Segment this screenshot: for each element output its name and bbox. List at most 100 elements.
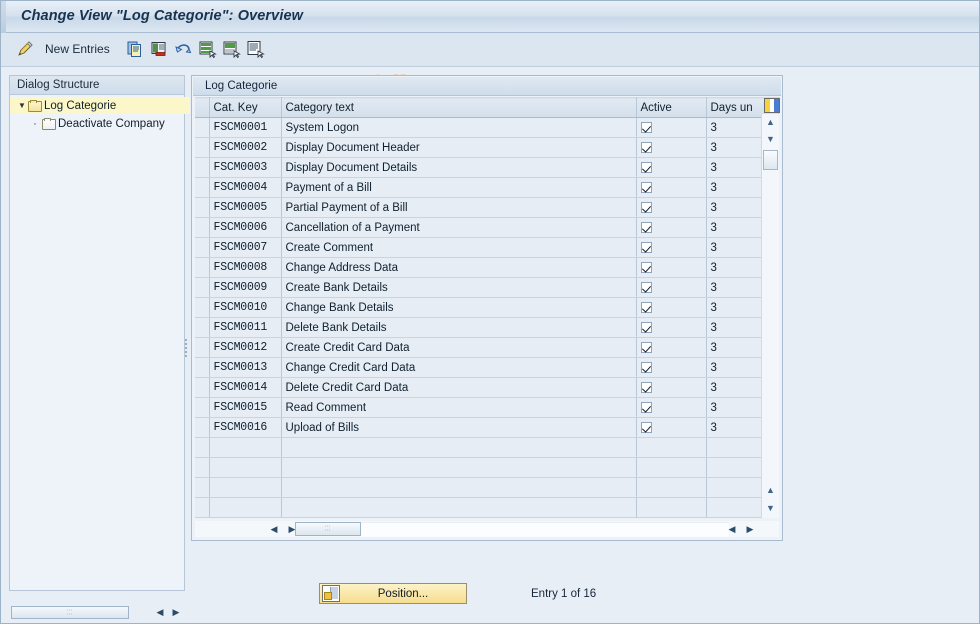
cell-cat-key[interactable]: FSCM0012 [209, 337, 282, 358]
cell-cat-key[interactable]: FSCM0002 [209, 137, 282, 158]
row-selector-cell[interactable] [195, 237, 210, 258]
cell-cat-key[interactable]: FSCM0008 [209, 257, 282, 278]
cell-empty[interactable] [195, 457, 210, 478]
column-header-active[interactable]: Active [636, 97, 707, 118]
cell-active[interactable] [636, 177, 707, 198]
sidebar-scroll-thumb[interactable]: ⋯ ⋯ [11, 606, 129, 619]
active-checkbox[interactable] [640, 381, 652, 393]
table-horizontal-scroll-track[interactable] [361, 522, 729, 537]
table-scroll-up-button[interactable]: ▲ [762, 114, 779, 130]
position-button[interactable]: Position... [319, 583, 467, 604]
cell-active[interactable] [636, 377, 707, 398]
cell-category-text[interactable]: Change Bank Details [281, 297, 637, 318]
cell-empty[interactable] [636, 497, 707, 518]
variant-icon[interactable] [245, 39, 265, 59]
column-settings-icon[interactable] [764, 98, 780, 113]
cell-empty[interactable] [281, 457, 637, 478]
active-checkbox[interactable] [640, 161, 652, 173]
new-entries-button[interactable]: New Entries [45, 42, 110, 56]
table-vertical-scroll-thumb[interactable] [763, 150, 778, 170]
cell-category-text[interactable]: Create Credit Card Data [281, 337, 637, 358]
cell-cat-key[interactable]: FSCM0007 [209, 237, 282, 258]
table-vertical-scrollbar[interactable]: ▲ ▼ ▲ ▼ [761, 114, 779, 518]
cell-active[interactable] [636, 317, 707, 338]
table-row[interactable]: FSCM0010 Change Bank Details 3 [195, 297, 779, 318]
row-selector-cell[interactable] [195, 357, 210, 378]
sidebar-horizontal-scrollbar[interactable]: ⋯ ⋯ ◀ ▶ [9, 605, 185, 621]
table-scroll-left-button[interactable]: ◀ [267, 522, 281, 536]
deselect-all-icon[interactable] [221, 39, 241, 59]
cell-cat-key[interactable]: FSCM0006 [209, 217, 282, 238]
table-row[interactable]: FSCM0002 Display Document Header 3 [195, 137, 779, 158]
table-row-empty[interactable] [195, 497, 779, 518]
cell-empty[interactable] [281, 477, 637, 498]
sidebar-item-deactivate-company[interactable]: · Deactivate Company [10, 115, 202, 132]
tree-expand-twisty-icon[interactable]: ▼ [16, 101, 28, 110]
cell-cat-key[interactable]: FSCM0011 [209, 317, 282, 338]
row-selector-cell[interactable] [195, 337, 210, 358]
table-row[interactable]: FSCM0008 Change Address Data 3 [195, 257, 779, 278]
active-checkbox[interactable] [640, 401, 652, 413]
sidebar-scroll-right-button[interactable]: ▶ [169, 606, 183, 619]
cell-category-text[interactable]: Delete Bank Details [281, 317, 637, 338]
cell-category-text[interactable]: Upload of Bills [281, 417, 637, 438]
cell-empty[interactable] [195, 477, 210, 498]
cell-cat-key[interactable]: FSCM0001 [209, 117, 282, 138]
cell-active[interactable] [636, 157, 707, 178]
row-selector-cell[interactable] [195, 217, 210, 238]
table-row[interactable]: FSCM0009 Create Bank Details 3 [195, 277, 779, 298]
cell-cat-key[interactable]: FSCM0005 [209, 197, 282, 218]
row-selector-cell[interactable] [195, 377, 210, 398]
sidebar-item-log-categorie[interactable]: ▼ Log Categorie [10, 97, 190, 114]
table-row[interactable]: FSCM0004 Payment of a Bill 3 [195, 177, 779, 198]
table-scroll-down-button[interactable]: ▼ [762, 131, 779, 147]
column-header-category-text[interactable]: Category text [281, 97, 637, 118]
table-horizontal-scroll-thumb[interactable]: ⋯ ⋯ [295, 522, 361, 536]
table-scroll-page-up-button[interactable]: ▲ [762, 482, 779, 498]
cell-empty[interactable] [209, 437, 282, 458]
cell-category-text[interactable]: Delete Credit Card Data [281, 377, 637, 398]
row-selector-cell[interactable] [195, 317, 210, 338]
active-checkbox[interactable] [640, 421, 652, 433]
cell-active[interactable] [636, 197, 707, 218]
row-selector-cell[interactable] [195, 397, 210, 418]
active-checkbox[interactable] [640, 261, 652, 273]
table-page-left-button[interactable]: ◀ [725, 522, 739, 536]
active-checkbox[interactable] [640, 181, 652, 193]
cell-active[interactable] [636, 117, 707, 138]
cell-empty[interactable] [195, 437, 210, 458]
table-row[interactable]: FSCM0005 Partial Payment of a Bill 3 [195, 197, 779, 218]
cell-category-text[interactable]: Create Bank Details [281, 277, 637, 298]
table-row-empty[interactable] [195, 457, 779, 478]
cell-cat-key[interactable]: FSCM0015 [209, 397, 282, 418]
cell-active[interactable] [636, 237, 707, 258]
active-checkbox[interactable] [640, 241, 652, 253]
undo-icon[interactable] [173, 39, 193, 59]
cell-category-text[interactable]: Display Document Details [281, 157, 637, 178]
row-selector-cell[interactable] [195, 117, 210, 138]
row-selector-cell[interactable] [195, 297, 210, 318]
table-row[interactable]: FSCM0012 Create Credit Card Data 3 [195, 337, 779, 358]
cell-category-text[interactable]: Payment of a Bill [281, 177, 637, 198]
cell-category-text[interactable]: Partial Payment of a Bill [281, 197, 637, 218]
cell-empty[interactable] [636, 477, 707, 498]
cell-cat-key[interactable]: FSCM0016 [209, 417, 282, 438]
active-checkbox[interactable] [640, 221, 652, 233]
cell-active[interactable] [636, 297, 707, 318]
cell-active[interactable] [636, 417, 707, 438]
cell-active[interactable] [636, 217, 707, 238]
table-row[interactable]: FSCM0007 Create Comment 3 [195, 237, 779, 258]
table-row[interactable]: FSCM0001 System Logon 3 [195, 117, 779, 138]
cell-empty[interactable] [636, 457, 707, 478]
active-checkbox[interactable] [640, 281, 652, 293]
table-row[interactable]: FSCM0011 Delete Bank Details 3 [195, 317, 779, 338]
cell-category-text[interactable]: Cancellation of a Payment [281, 217, 637, 238]
cell-cat-key[interactable]: FSCM0004 [209, 177, 282, 198]
table-row[interactable]: FSCM0006 Cancellation of a Payment 3 [195, 217, 779, 238]
active-checkbox[interactable] [640, 301, 652, 313]
table-row[interactable]: FSCM0003 Display Document Details 3 [195, 157, 779, 178]
panel-splitter-handle[interactable] [183, 337, 189, 359]
active-checkbox[interactable] [640, 321, 652, 333]
table-row[interactable]: FSCM0015 Read Comment 3 [195, 397, 779, 418]
sidebar-scroll-left-button[interactable]: ◀ [153, 606, 167, 619]
